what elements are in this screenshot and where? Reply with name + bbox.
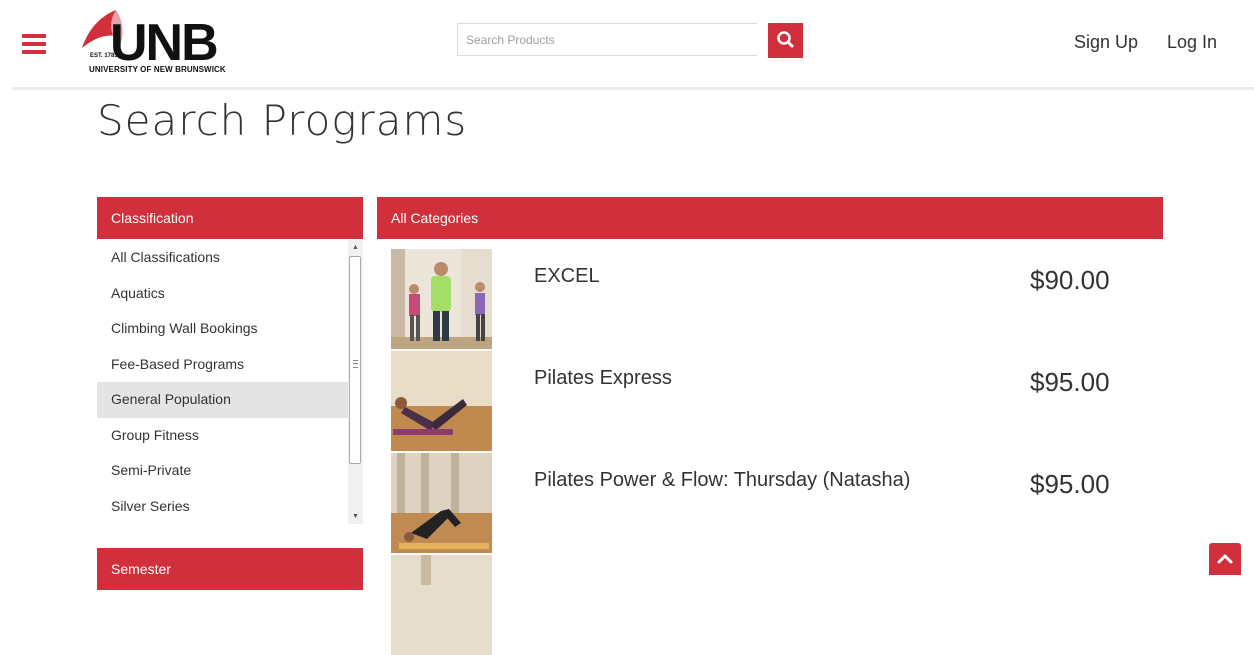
product-image-partial[interactable] <box>391 555 492 655</box>
search-bar <box>457 23 803 58</box>
product-image-pilates-express[interactable] <box>391 351 492 451</box>
chevron-up-icon <box>1217 554 1233 564</box>
product-name[interactable]: EXCEL <box>534 265 600 288</box>
product-item[interactable]: Pilates Power & Flow: Thursday (Natasha)… <box>391 453 1151 553</box>
classification-item-aquatics[interactable]: Aquatics <box>97 276 349 312</box>
site-header: UNB EST. 1785 UNIVERSITY OF NEW BRUNSWIC… <box>0 0 1254 86</box>
search-button[interactable] <box>768 23 803 58</box>
unb-logo[interactable]: UNB EST. 1785 UNIVERSITY OF NEW BRUNSWIC… <box>80 8 245 76</box>
classification-item-all[interactable]: All Classifications <box>97 240 349 276</box>
product-image-excel[interactable] <box>391 249 492 349</box>
classification-item-fee-based[interactable]: Fee-Based Programs <box>97 347 349 383</box>
product-image-pilates-power-flow[interactable] <box>391 453 492 553</box>
classification-item-silver-series[interactable]: Silver Series <box>97 489 349 525</box>
header-divider <box>12 87 1254 90</box>
product-name[interactable]: Pilates Power & Flow: Thursday (Natasha) <box>534 469 910 492</box>
scroll-up-icon[interactable]: ▲ <box>348 240 363 255</box>
product-price: $95.00 <box>1030 367 1110 397</box>
semester-header[interactable]: Semester <box>97 548 363 590</box>
product-item[interactable] <box>391 555 1151 655</box>
logo-text: UNB <box>110 14 217 72</box>
menu-icon[interactable] <box>22 34 46 54</box>
logo-subtitle: UNIVERSITY OF NEW BRUNSWICK <box>89 65 226 74</box>
logo-est-text: EST. 1785 <box>90 53 118 59</box>
search-input[interactable] <box>457 23 757 56</box>
product-item[interactable]: EXCEL $90.00 <box>391 249 1151 349</box>
classification-item-group-fitness[interactable]: Group Fitness <box>97 418 349 454</box>
product-name[interactable]: Pilates Express <box>534 367 672 390</box>
classification-header[interactable]: Classification <box>97 197 363 239</box>
classification-scrollbar[interactable]: ▲ ▼ <box>348 240 363 524</box>
sign-up-link[interactable]: Sign Up <box>1074 32 1138 53</box>
back-to-top-button[interactable] <box>1209 543 1241 575</box>
classification-item-semi-private[interactable]: Semi-Private <box>97 453 349 489</box>
product-price: $90.00 <box>1030 265 1110 295</box>
search-icon <box>777 31 794 48</box>
product-price: $95.00 <box>1030 469 1110 499</box>
classification-item-general-population[interactable]: General Population <box>97 382 349 418</box>
product-item[interactable]: Pilates Express $95.00 <box>391 351 1151 451</box>
log-in-link[interactable]: Log In <box>1167 32 1217 53</box>
category-header[interactable]: All Categories <box>377 197 1163 239</box>
scroll-down-icon[interactable]: ▼ <box>348 509 363 524</box>
page-title: Search Programs <box>97 96 468 145</box>
classification-list: All Classifications Aquatics Climbing Wa… <box>97 240 349 524</box>
classification-item-climbing-wall[interactable]: Climbing Wall Bookings <box>97 311 349 347</box>
scroll-thumb[interactable] <box>349 256 361 464</box>
